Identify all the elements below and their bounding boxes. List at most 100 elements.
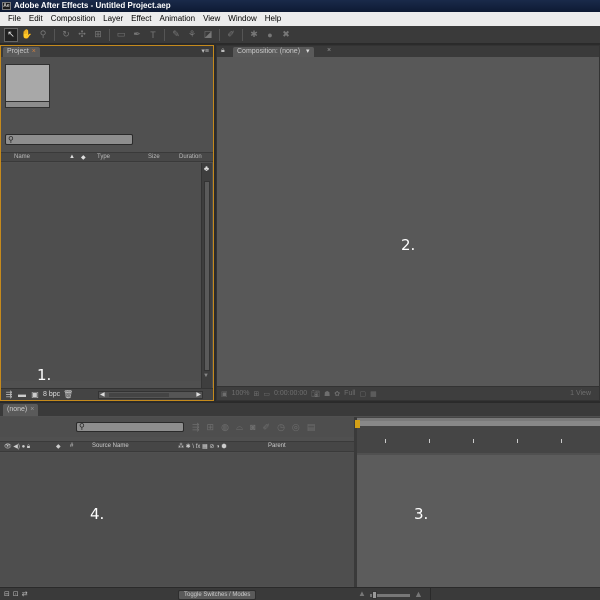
bit-depth-button[interactable]: 8 bpc [43, 391, 60, 398]
text-tool-icon[interactable]: T [146, 28, 160, 42]
zoom-out-icon[interactable]: ▲ [358, 589, 366, 598]
roto-brush-tool-icon[interactable]: ✐ [224, 28, 238, 42]
draft-3d-icon[interactable]: ⊞ [207, 422, 215, 433]
brainstorm-icon[interactable]: ✐ [263, 422, 271, 433]
region-of-interest-icon[interactable]: ▢ [359, 390, 366, 398]
menu-window[interactable]: Window [224, 12, 260, 26]
column-number[interactable]: # [70, 443, 73, 449]
scroll-right-icon[interactable]: ▶ [196, 391, 201, 398]
pan-behind-tool-icon[interactable]: ⊞ [91, 28, 105, 42]
chevron-down-icon[interactable]: ▾ [306, 48, 310, 55]
menu-view[interactable]: View [199, 12, 224, 26]
eraser-tool-icon[interactable]: ◪ [201, 28, 215, 42]
switches-icons[interactable]: ⁂ ✱ \ fx ▦ ⊘ ◑ ⬢ [178, 443, 227, 450]
layer-switches-icon[interactable]: ⊟ [4, 590, 10, 598]
live-update-icon[interactable]: ▤ [307, 422, 316, 433]
magnification-dropdown[interactable]: 100% [232, 390, 250, 397]
new-folder-icon[interactable]: ▬ [17, 390, 27, 399]
close-icon[interactable]: × [327, 47, 331, 54]
label-tag-icon[interactable]: ◆ [56, 443, 61, 450]
transfer-controls-icon[interactable]: ⊡ [13, 590, 19, 598]
view-layout-dropdown[interactable]: 1 View [570, 390, 591, 397]
label-tag-icon[interactable]: ◆ [81, 154, 86, 161]
zoom-slider-knob[interactable] [372, 591, 377, 599]
work-area-bar[interactable] [357, 421, 600, 426]
always-preview-icon[interactable]: ▣ [221, 390, 228, 398]
toggle-switches-modes-button[interactable]: Toggle Switches / Modes [178, 590, 257, 600]
interpret-footage-icon[interactable]: ⇶ [4, 390, 14, 399]
sort-ascending-icon[interactable]: ▲ [69, 154, 75, 160]
timeline-search-input[interactable]: ⚲ [76, 422, 184, 432]
menu-edit[interactable]: Edit [25, 12, 47, 26]
channel-icon[interactable]: ✿ [334, 390, 340, 398]
brush-tool-icon[interactable]: ✎ [169, 28, 183, 42]
menu-animation[interactable]: Animation [155, 12, 199, 26]
close-icon[interactable]: × [30, 406, 34, 413]
project-search-input[interactable]: ⚲ [5, 134, 133, 145]
timeline-zoom-slider[interactable] [370, 591, 410, 599]
menu-file[interactable]: File [4, 12, 25, 26]
shy-layers-icon[interactable]: ◍ [221, 422, 229, 433]
scrollbar-thumb[interactable] [109, 393, 169, 397]
menu-effect[interactable]: Effect [127, 12, 155, 26]
graph-editor-icon[interactable]: ◷ [277, 422, 285, 433]
column-type[interactable]: Type [97, 154, 110, 160]
snapshot-icon[interactable]: 📷︎ [311, 390, 320, 398]
menu-help[interactable]: Help [261, 12, 285, 26]
tab-project[interactable]: Project × [3, 47, 40, 57]
column-duration[interactable]: Duration [179, 154, 202, 160]
puppet-overlap-tool-icon[interactable]: ● [263, 28, 277, 42]
menu-layer[interactable]: Layer [99, 12, 127, 26]
av-features-icons[interactable]: 👁︎ ◀) ● 🔒︎ [4, 443, 30, 451]
current-time-display[interactable]: 0:00:00:00 [274, 390, 307, 397]
time-ruler[interactable] [355, 417, 600, 453]
lock-icon[interactable]: 🔒︎ [221, 47, 225, 55]
timeline-graph-area[interactable] [357, 455, 600, 587]
tab-composition[interactable]: Composition: (none) ▾ [233, 47, 314, 57]
timeline-layer-list[interactable] [0, 453, 354, 586]
column-size[interactable]: Size [148, 154, 160, 160]
show-snapshot-icon[interactable]: ☗ [324, 390, 330, 398]
resolution-dropdown[interactable]: Full [344, 390, 355, 397]
clone-stamp-tool-icon[interactable]: ⚘ [185, 28, 199, 42]
hand-tool-icon[interactable]: ✋ [20, 28, 34, 42]
pen-tool-icon[interactable]: ✒ [130, 28, 144, 42]
after-effects-logo-icon: Ae [2, 2, 11, 10]
scroll-left-icon[interactable]: ◀ [100, 391, 105, 398]
puppet-starch-tool-icon[interactable]: ✖ [279, 28, 293, 42]
zoom-tool-icon[interactable]: ⚲ [36, 28, 50, 42]
close-icon[interactable]: × [32, 48, 36, 55]
mask-visibility-icon[interactable]: ▭ [263, 390, 270, 398]
rotation-tool-icon[interactable]: ↻ [59, 28, 73, 42]
scrollbar-thumb[interactable] [204, 181, 210, 371]
menu-composition[interactable]: Composition [47, 12, 99, 26]
rectangle-tool-icon[interactable]: ▭ [114, 28, 128, 42]
selection-tool-icon[interactable]: ↖ [4, 27, 18, 42]
project-panel-number-label: 1. [37, 366, 52, 384]
trash-icon[interactable]: 🗑 [63, 390, 73, 399]
flowchart-icon[interactable]: ♣ [201, 164, 212, 174]
comp-mini-flowchart-icon[interactable]: ⇶ [192, 422, 200, 433]
panel-menu-icon[interactable]: ▾≡ [201, 47, 209, 55]
zoom-in-icon[interactable]: ▲ [414, 589, 423, 599]
window-title: Adobe After Effects - Untitled Project.a… [14, 1, 171, 10]
column-name[interactable]: Name [14, 154, 30, 160]
in-out-stretch-icon[interactable]: ⇄ [22, 590, 28, 598]
transparency-grid-icon[interactable]: ▦ [370, 390, 377, 398]
new-composition-icon[interactable]: ▣ [30, 390, 40, 399]
column-parent[interactable]: Parent [268, 443, 286, 449]
safe-zones-icon[interactable]: ⊞ [254, 390, 260, 398]
tab-timeline[interactable]: (none) × [3, 404, 39, 416]
project-panel: Project × ▾≡ ⚲ Name ▲ ◆ Type Size Duratio… [0, 45, 214, 401]
auto-keyframe-icon[interactable]: ◎ [292, 422, 300, 433]
puppet-pin-tool-icon[interactable]: ✱ [247, 28, 261, 42]
project-horizontal-scrollbar[interactable]: ◀ ▶ [98, 391, 203, 399]
project-vertical-scrollbar[interactable]: ▼ [201, 163, 212, 388]
scroll-down-icon[interactable]: ▼ [203, 373, 209, 379]
project-item-list[interactable] [1, 163, 201, 381]
frame-blending-icon[interactable]: ⌓ [236, 422, 243, 433]
current-time-indicator[interactable] [355, 420, 360, 428]
camera-tool-icon[interactable]: ✣ [75, 28, 89, 42]
column-source-name[interactable]: Source Name [92, 443, 129, 449]
motion-blur-icon[interactable]: ◙ [250, 422, 255, 433]
